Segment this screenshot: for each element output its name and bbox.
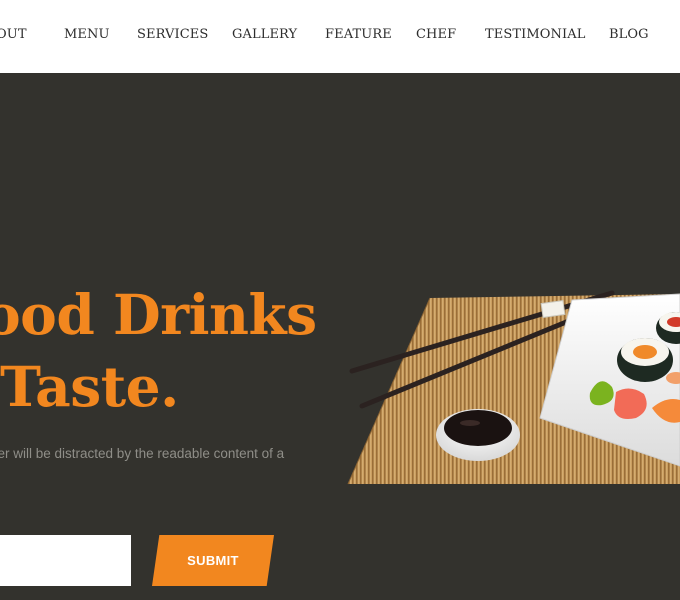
nav-item-chef[interactable]: CHEF [416,27,456,42]
hero-subtext: der will be distracted by the readable c… [0,446,285,461]
hero-section: ood Drinks Taste. der will be distracted… [0,73,680,600]
top-nav: OUT MENU SERVICES GALLERY FEATURE CHEF T… [0,0,680,73]
headline-line-2: Taste. [0,354,179,419]
nav-item-gallery[interactable]: GALLERY [232,27,297,42]
email-input[interactable] [0,535,131,586]
nav-item-services[interactable]: SERVICES [137,27,208,42]
hero-headline: ood Drinks Taste. [0,279,317,419]
headline-line-1: ood Drinks [0,282,317,347]
nav-item-testimonial[interactable]: TESTIMONIAL [485,27,585,42]
sushi-illustration [347,290,680,485]
nav-item-about[interactable]: OUT [0,27,27,42]
nav-item-blog[interactable]: BLOG [609,27,649,42]
nav-item-menu[interactable]: MENU [64,27,110,42]
submit-button[interactable]: SUBMIT [152,535,274,586]
nav-item-feature[interactable]: FEATURE [325,27,392,42]
